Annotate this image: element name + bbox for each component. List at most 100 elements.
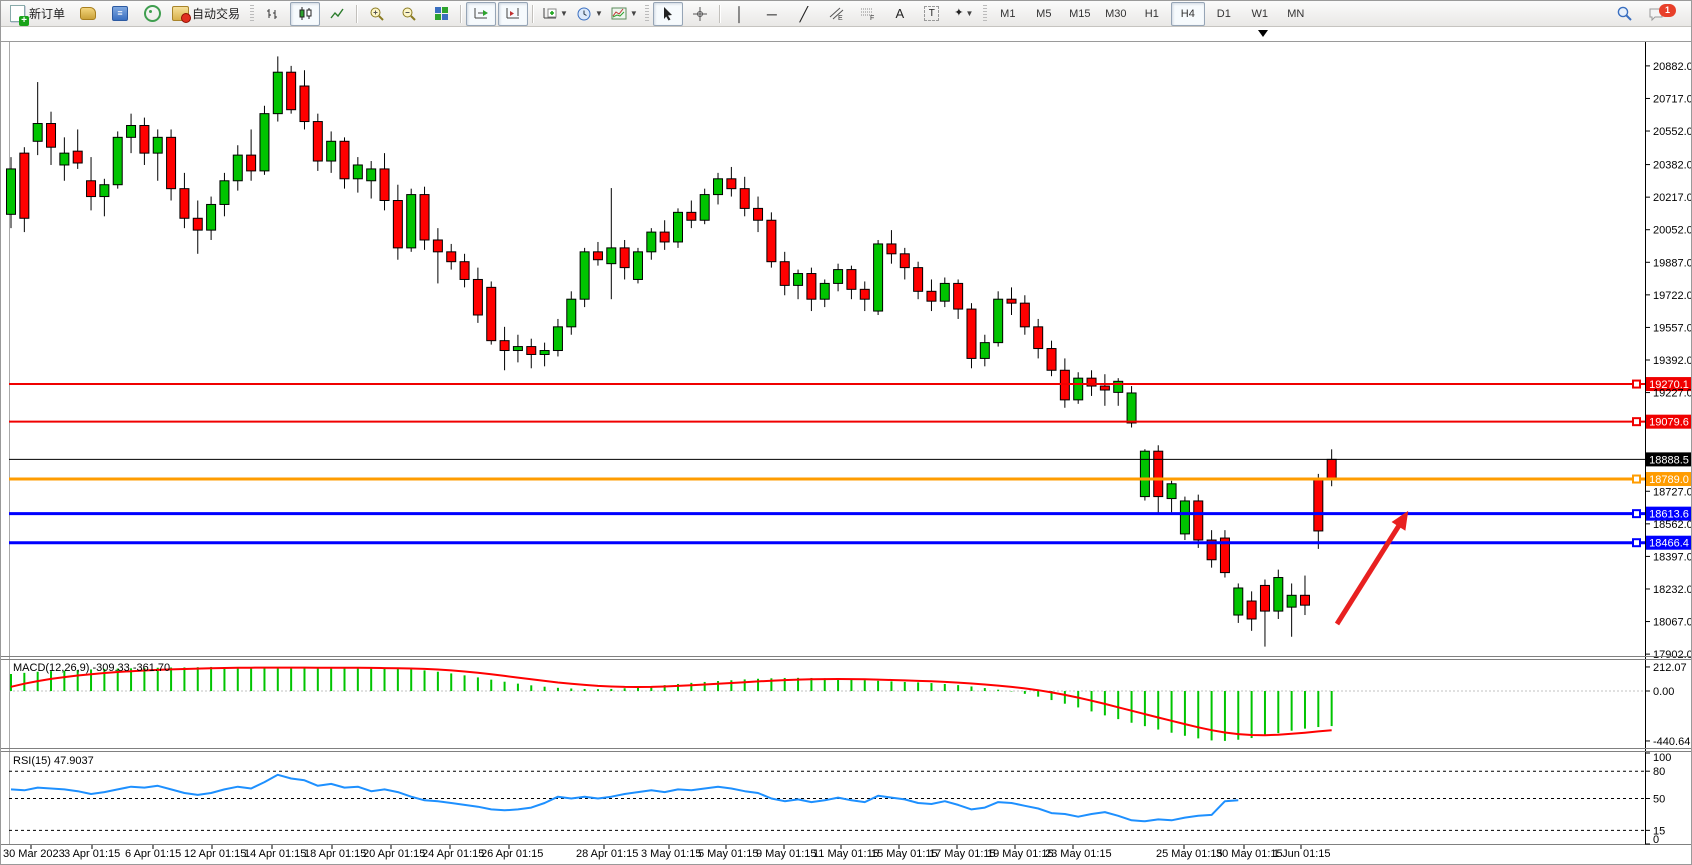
line-handle[interactable] — [1633, 418, 1640, 425]
candle — [1127, 393, 1136, 423]
date-axis-label: 12 Apr 01:15 — [184, 848, 246, 860]
candle — [353, 165, 362, 179]
rsi-label: RSI(15) 47.9037 — [13, 755, 94, 767]
candle — [153, 137, 162, 153]
candle — [674, 212, 683, 242]
price-axis-tick-label: 20717.0 — [1653, 93, 1692, 105]
macd-axis-label: 0.00 — [1653, 686, 1674, 698]
macd-label: MACD(12,26,9) -309.33 -361.70 — [13, 662, 170, 674]
candle — [407, 195, 416, 248]
date-axis-label: 30 Mar 2023 — [3, 848, 65, 860]
price-axis-tick-label: 19722.0 — [1653, 290, 1692, 302]
candle — [447, 252, 456, 262]
price-level-label: 19079.6 — [1649, 417, 1689, 429]
date-axis-label: 17 May 01:15 — [929, 848, 996, 860]
price-axis-tick-label: 20382.0 — [1653, 160, 1692, 172]
line-handle[interactable] — [1633, 381, 1640, 388]
candle — [100, 185, 109, 197]
candle — [1167, 484, 1176, 499]
candle — [1327, 459, 1336, 479]
candle — [1234, 588, 1243, 615]
price-axis-tick-label: 19227.0 — [1653, 388, 1692, 400]
candle — [527, 347, 536, 355]
candle — [887, 244, 896, 254]
date-axis-label: 23 May 01:15 — [1045, 848, 1112, 860]
candle — [1074, 378, 1083, 400]
candle — [487, 287, 496, 340]
candle — [1287, 595, 1296, 607]
date-axis-label: 28 Apr 01:15 — [576, 848, 638, 860]
macd-axis-label: 212.07 — [1653, 662, 1687, 674]
candle — [1100, 386, 1109, 390]
rsi-axis-label: 50 — [1653, 794, 1665, 806]
date-axis-label: 20 Apr 01:15 — [363, 848, 425, 860]
candle — [927, 291, 936, 301]
candle — [847, 270, 856, 290]
candle — [834, 270, 843, 284]
candle — [1007, 299, 1016, 303]
candle — [794, 274, 803, 286]
candle — [207, 204, 216, 230]
candle — [807, 274, 816, 300]
candle — [220, 181, 229, 205]
date-axis-label: 3 May 01:15 — [641, 848, 702, 860]
price-level-label: 18789.0 — [1649, 474, 1689, 486]
candle — [433, 240, 442, 252]
candle — [820, 283, 829, 299]
candle — [1154, 451, 1163, 496]
candle — [900, 254, 909, 268]
candle — [647, 232, 656, 252]
candle — [500, 341, 509, 351]
candle — [367, 169, 376, 181]
candle — [513, 347, 522, 351]
price-axis-tick-label: 19392.0 — [1653, 355, 1692, 367]
price-axis-tick-label: 18727.0 — [1653, 486, 1692, 498]
candle — [1260, 585, 1269, 611]
candle — [87, 181, 96, 197]
candle — [287, 72, 296, 110]
rsi-axis-label: 0 — [1653, 834, 1659, 846]
candle — [313, 122, 322, 161]
line-handle[interactable] — [1633, 510, 1640, 517]
candle — [580, 252, 589, 299]
candle — [473, 279, 482, 315]
macd-axis-label: -440.64 — [1653, 736, 1690, 748]
chart-canvas[interactable]: 19270.119079.618888.518789.018613.618466… — [1, 1, 1692, 865]
candle — [113, 137, 122, 184]
price-level-label: 18888.5 — [1649, 454, 1689, 466]
date-axis-label: 24 Apr 01:15 — [422, 848, 484, 860]
candle — [167, 137, 176, 188]
candle — [273, 72, 282, 113]
candle — [727, 179, 736, 189]
price-axis-tick-label: 20217.0 — [1653, 192, 1692, 204]
line-handle[interactable] — [1633, 539, 1640, 546]
candle — [193, 218, 202, 230]
candle — [327, 141, 336, 161]
date-axis-label: 14 Apr 01:15 — [244, 848, 306, 860]
candle — [127, 125, 136, 137]
candle — [1300, 595, 1309, 605]
candle — [553, 327, 562, 351]
date-axis-label: 6 Apr 01:15 — [125, 848, 181, 860]
candle — [1114, 381, 1123, 392]
price-axis-tick-label: 18067.0 — [1653, 617, 1692, 629]
line-handle[interactable] — [1633, 476, 1640, 483]
candle — [687, 212, 696, 220]
price-axis-tick-label: 20552.0 — [1653, 126, 1692, 138]
candle — [460, 262, 469, 280]
candle — [540, 351, 549, 355]
candle — [1274, 578, 1283, 612]
candle — [1047, 349, 1056, 371]
date-axis-label: 11 May 01:15 — [813, 848, 879, 860]
candle — [380, 169, 389, 201]
date-axis-label: 5 May 01:15 — [698, 848, 759, 860]
date-axis-label: 26 Apr 01:15 — [481, 848, 543, 860]
candle — [180, 189, 189, 219]
candle — [73, 151, 82, 163]
candle — [7, 169, 16, 214]
candle — [780, 262, 789, 286]
price-axis-tick-label: 18232.0 — [1653, 584, 1692, 596]
candle — [954, 283, 963, 309]
price-axis-tick-label: 19557.0 — [1653, 322, 1692, 334]
price-axis-tick-label: 18562.0 — [1653, 519, 1692, 531]
